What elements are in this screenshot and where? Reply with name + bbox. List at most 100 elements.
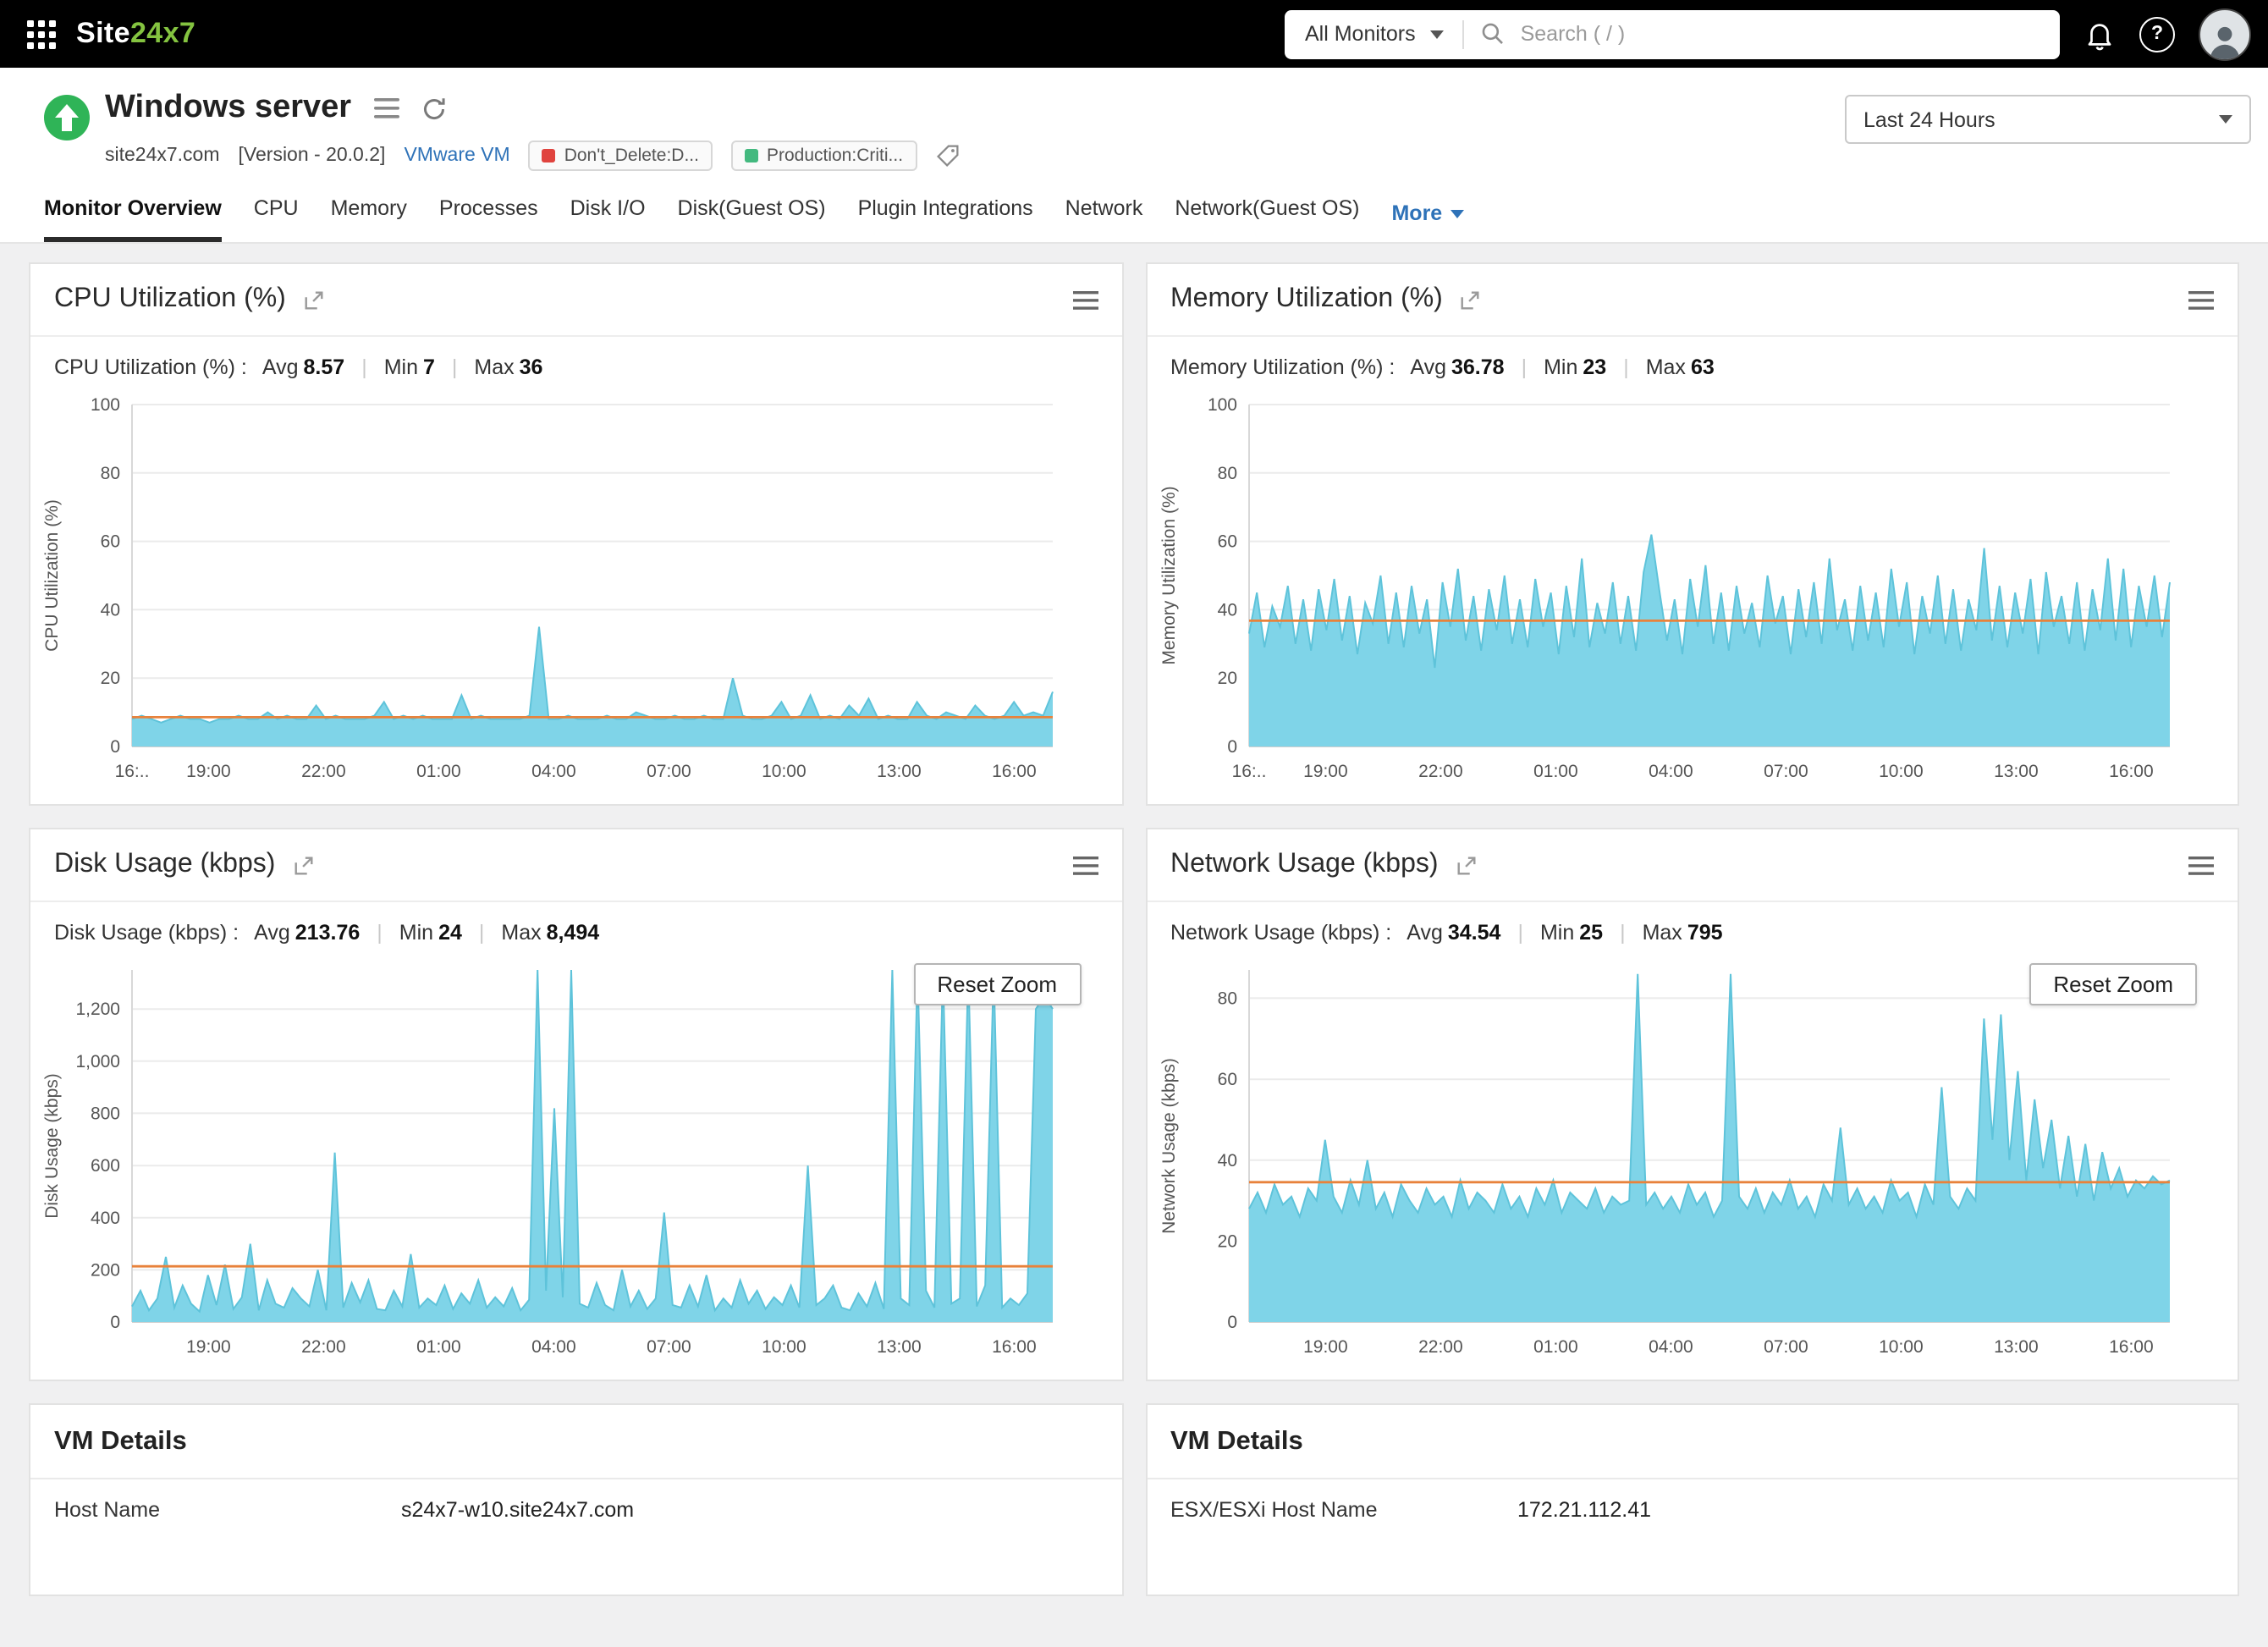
- svg-text:16:..: 16:..: [1231, 762, 1266, 781]
- svg-text:20: 20: [1217, 1231, 1236, 1251]
- tag-color-dot: [542, 149, 556, 162]
- refresh-icon[interactable]: [421, 96, 446, 121]
- min-label: Min: [383, 355, 418, 379]
- svg-text:40: 40: [1217, 1151, 1236, 1171]
- global-search-bar: All Monitors: [1285, 9, 2060, 58]
- svg-text:Disk Usage (kbps): Disk Usage (kbps): [42, 1073, 62, 1219]
- cpu-utilization-chart[interactable]: 0 20 40 60 80 100 16:.. 19:00 22:00 01:00 04:00 07:…: [37, 388, 1073, 790]
- stats-label: Disk Usage (kbps) :: [54, 921, 239, 945]
- vm-details-panel: VM Details Host Name s24x7-w10.site24x7.…: [29, 1403, 1123, 1596]
- svg-text:19:00: 19:00: [1302, 762, 1347, 781]
- divider: |: [1620, 921, 1626, 945]
- network-usage-chart[interactable]: 0 20 40 60 80 19:00 22:00 01:00 04:00 07:00 10:00 1…: [1153, 953, 2189, 1366]
- apps-grid-glyph: [27, 19, 56, 48]
- expand-icon[interactable]: [1460, 289, 1482, 311]
- svg-text:10:00: 10:00: [1878, 762, 1923, 781]
- svg-text:04:00: 04:00: [531, 762, 576, 781]
- memory-utilization-panel: Memory Utilization (%) Memory Utilizatio…: [1145, 262, 2239, 806]
- vm-details-title: VM Details: [1170, 1427, 1303, 1456]
- tag-chip[interactable]: Production:Criti...: [730, 140, 917, 171]
- title-block: Windows server site24x7.com [Version - 2…: [105, 90, 959, 171]
- tag-icon[interactable]: [935, 144, 959, 168]
- search-input[interactable]: [1517, 20, 2060, 47]
- svg-text:1,200: 1,200: [75, 1000, 120, 1019]
- svg-text:13:00: 13:00: [1993, 762, 2038, 781]
- notifications-icon[interactable]: [2084, 18, 2116, 50]
- page-title: Windows server: [105, 90, 352, 125]
- tab-plugin-integrations[interactable]: Plugin Integrations: [858, 196, 1033, 242]
- panel-title: Network Usage (kbps): [1170, 850, 1439, 879]
- panel-menu-icon[interactable]: [1072, 284, 1098, 316]
- svg-text:80: 80: [1217, 464, 1236, 483]
- svg-text:1,000: 1,000: [75, 1052, 120, 1071]
- vmware-vm-link[interactable]: VMware VM: [404, 146, 509, 166]
- svg-text:60: 60: [1217, 532, 1236, 552]
- panel-menu-icon[interactable]: [2188, 849, 2214, 881]
- expand-icon[interactable]: [1456, 854, 1478, 876]
- tab-disk-guest-os[interactable]: Disk(Guest OS): [678, 196, 826, 242]
- stats-label: CPU Utilization (%) :: [54, 355, 247, 379]
- svg-text:22:00: 22:00: [301, 1337, 346, 1357]
- chevron-down-icon: [2219, 115, 2232, 124]
- time-range-dropdown[interactable]: Last 24 Hours: [1845, 95, 2251, 144]
- avg-label: Avg: [1410, 355, 1446, 379]
- chevron-down-icon: [1451, 209, 1465, 218]
- max-label: Max: [1642, 921, 1682, 945]
- min-value: 24: [438, 921, 462, 945]
- disk-usage-chart[interactable]: 0 200 400 600 800 1,000 1,200 19:00 22:00 01:00 04…: [37, 953, 1073, 1366]
- svg-text:01:00: 01:00: [416, 762, 461, 781]
- disk-stats: Disk Usage (kbps) : Avg 213.76 | Min 24 | …: [30, 902, 1121, 948]
- svg-text:0: 0: [110, 737, 120, 757]
- svg-text:13:00: 13:00: [877, 1337, 922, 1357]
- max-value: 8,494: [546, 921, 600, 945]
- svg-text:10:00: 10:00: [762, 762, 806, 781]
- tab-cpu[interactable]: CPU: [254, 196, 299, 242]
- status-up-icon: [44, 95, 90, 140]
- tab-monitor-overview[interactable]: Monitor Overview: [44, 196, 222, 242]
- vm-detail-row: Host Name s24x7-w10.site24x7.com: [30, 1478, 1121, 1540]
- panel-menu-icon[interactable]: [2188, 284, 2214, 316]
- user-avatar[interactable]: [2199, 8, 2251, 60]
- more-label: More: [1391, 201, 1443, 225]
- svg-text:19:00: 19:00: [186, 1337, 231, 1357]
- reset-zoom-button[interactable]: Reset Zoom: [913, 963, 1081, 1005]
- panel-menu-icon[interactable]: [1072, 849, 1098, 881]
- tab-memory[interactable]: Memory: [331, 196, 407, 242]
- max-label: Max: [501, 921, 542, 945]
- svg-text:Memory Utilization (%): Memory Utilization (%): [1159, 486, 1178, 664]
- svg-text:04:00: 04:00: [531, 1337, 576, 1357]
- svg-text:600: 600: [91, 1156, 120, 1176]
- expand-icon[interactable]: [292, 854, 314, 876]
- memory-utilization-chart[interactable]: 0 20 40 60 80 100 16:.. 19:00 22:00 01:00 04:00 07:…: [1153, 388, 2189, 790]
- tab-more[interactable]: More: [1391, 201, 1465, 242]
- svg-text:22:00: 22:00: [1418, 1337, 1462, 1357]
- svg-text:13:00: 13:00: [1993, 1337, 2038, 1357]
- tab-processes[interactable]: Processes: [439, 196, 538, 242]
- monitor-scope-dropdown[interactable]: All Monitors: [1285, 22, 1463, 46]
- tag-label: Production:Criti...: [766, 146, 904, 166]
- tag-chip[interactable]: Don't_Delete:D...: [528, 140, 713, 171]
- svg-text:16:00: 16:00: [992, 762, 1037, 781]
- reset-zoom-button[interactable]: Reset Zoom: [2029, 963, 2197, 1005]
- svg-text:CPU Utilization (%): CPU Utilization (%): [42, 499, 62, 652]
- svg-text:22:00: 22:00: [1418, 762, 1462, 781]
- monitor-menu-icon[interactable]: [373, 98, 399, 118]
- help-icon[interactable]: ?: [2139, 16, 2175, 52]
- vm-detail-value: 172.21.112.41: [1517, 1498, 1652, 1522]
- tab-network-guest-os[interactable]: Network(Guest OS): [1175, 196, 1359, 242]
- tab-network[interactable]: Network: [1065, 196, 1143, 242]
- memory-chart-area: 0 20 40 60 80 100 16:.. 19:00 22:00 01:00 04:00 07:…: [1147, 383, 2238, 804]
- apps-grid-icon[interactable]: [20, 13, 63, 55]
- svg-text:07:00: 07:00: [1763, 762, 1808, 781]
- svg-text:22:00: 22:00: [301, 762, 346, 781]
- expand-icon[interactable]: [303, 289, 325, 311]
- chevron-down-icon: [1430, 30, 1445, 38]
- top-bar: Site24x7 All Monitors Search (/) ?: [0, 0, 2268, 68]
- svg-text:80: 80: [1217, 989, 1236, 1008]
- site24x7-logo[interactable]: Site24x7: [76, 17, 195, 51]
- panel-title: Memory Utilization (%): [1170, 284, 1443, 313]
- logo-part-site: Site: [76, 17, 130, 49]
- panel-title: CPU Utilization (%): [54, 284, 286, 313]
- tab-disk-io[interactable]: Disk I/O: [570, 196, 646, 242]
- disk-usage-panel: Disk Usage (kbps) Disk Usage (kbps) : Av…: [29, 828, 1123, 1381]
